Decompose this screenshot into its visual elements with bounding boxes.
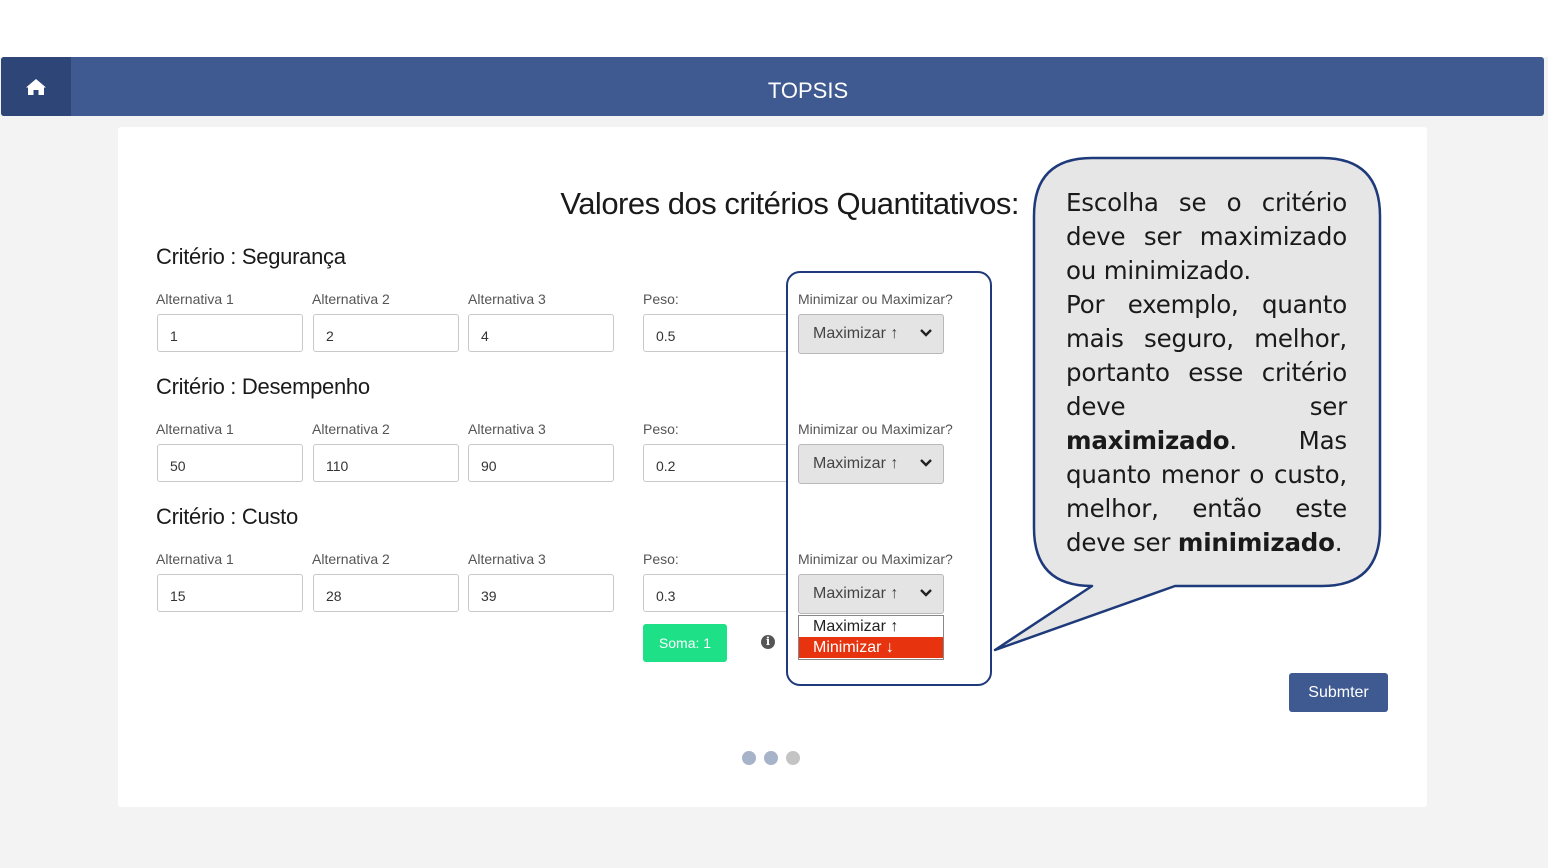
callout-paragraph: Escolha se o critério deve ser maximizad…	[1066, 188, 1347, 285]
callout-paragraph: Por exemplo, quanto mais seguro, melhor,…	[1066, 290, 1347, 421]
callout-punct: .	[1229, 426, 1237, 455]
callout-emphasis: minimizado	[1177, 528, 1335, 557]
callout-text: Escolha se o critério deve ser maximizad…	[1066, 186, 1347, 560]
callout-punct: .	[1334, 528, 1343, 557]
callout-emphasis: maximizado	[1066, 426, 1230, 455]
